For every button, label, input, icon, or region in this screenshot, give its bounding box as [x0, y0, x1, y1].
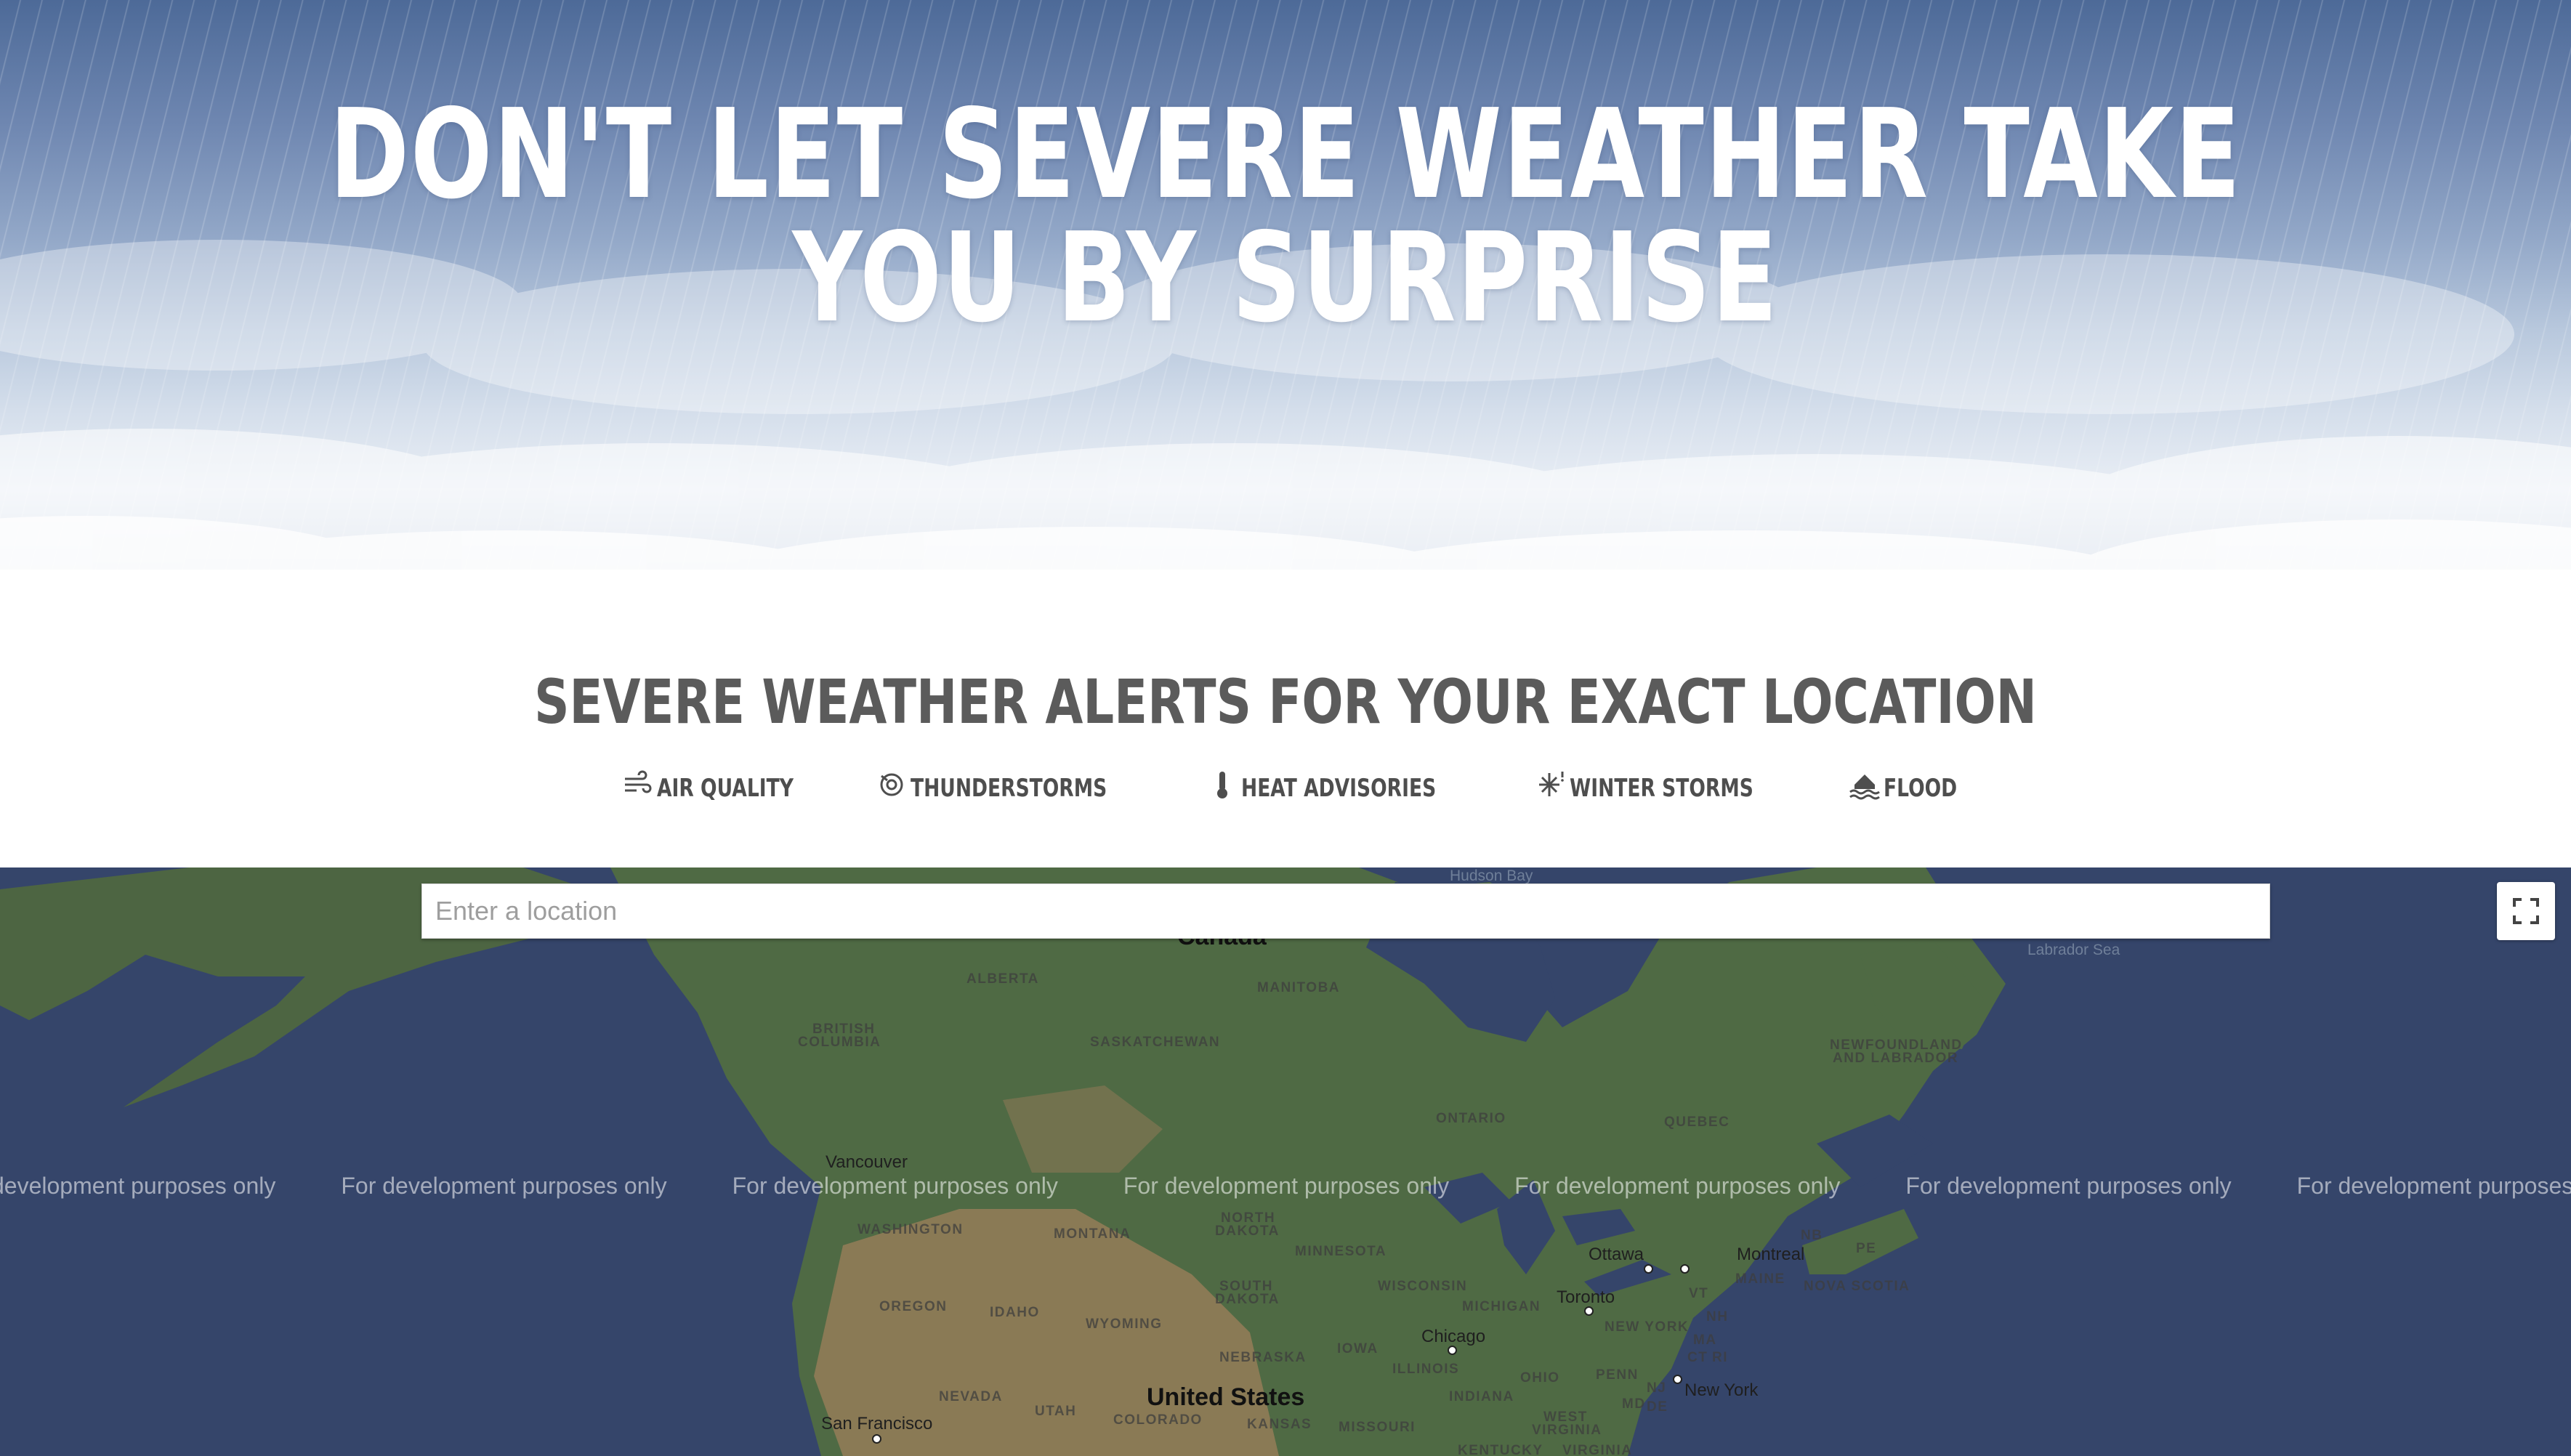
map-label-ct: CT — [1687, 1350, 1708, 1365]
map-label-hudson-bay: Hudson Bay — [1450, 867, 1533, 884]
map-label-san-francisco: San Francisco — [821, 1414, 933, 1433]
map-label-wyoming: WYOMING — [1086, 1317, 1163, 1332]
dev-watermark-row: development purposes only For developmen… — [0, 1173, 2571, 1200]
category-air-quality[interactable]: AIR QUALITY — [622, 769, 803, 801]
map-label-nebraska: NEBRASKA — [1219, 1350, 1307, 1365]
hero-banner: DON'T LET SEVERE WEATHER TAKE YOU BY SUR… — [0, 0, 2571, 570]
map-label-virginia: VIRGINIA — [1562, 1443, 1633, 1456]
thermometer-icon — [1216, 772, 1227, 798]
map-label-vancouver: Vancouver — [826, 1152, 908, 1172]
map-label-ri: RI — [1712, 1350, 1728, 1365]
map-label-ontario: ONTARIO — [1436, 1111, 1506, 1126]
flood-icon — [1849, 774, 1880, 800]
category-heat-advisories[interactable]: HEAT ADVISORIES — [1206, 769, 1462, 801]
map-marker-san-francisco — [872, 1434, 881, 1444]
map-label-vt: VT — [1689, 1286, 1709, 1301]
map-label-saskatchewan: SASKATCHEWAN — [1090, 1035, 1221, 1050]
map-marker-chicago — [1448, 1346, 1457, 1355]
map-marker-ottawa — [1644, 1264, 1653, 1274]
dev-watermark: For development purposes only — [732, 1173, 1058, 1199]
map-label-wisconsin: WISCONSIN — [1378, 1279, 1468, 1294]
map-label-missouri: MISSOURI — [1339, 1420, 1416, 1435]
category-label: HEAT ADVISORIES — [1240, 774, 1436, 803]
map-label-south-dakota-2: DAKOTA — [1215, 1292, 1280, 1307]
map-label-kansas: KANSAS — [1247, 1417, 1312, 1432]
map-label-iowa: IOWA — [1337, 1341, 1379, 1356]
map-label-quebec: QUEBEC — [1664, 1115, 1730, 1130]
fullscreen-button[interactable] — [2497, 882, 2555, 940]
map-marker-new-york-city — [1673, 1375, 1682, 1384]
map-label-labrador-sea: Labrador Sea — [2027, 942, 2120, 958]
dev-watermark: For development purposes only — [1123, 1173, 1450, 1199]
map-label-united-states: United States — [1147, 1383, 1305, 1411]
dev-watermark: For development purposes only — [2296, 1173, 2571, 1199]
dev-watermark: For development purposes only — [341, 1173, 667, 1199]
map-label-nh: NH — [1706, 1309, 1729, 1324]
map-label-west-virginia-2: VIRGINIA — [1532, 1423, 1602, 1438]
map-land — [0, 867, 2006, 1456]
map-label-idaho: IDAHO — [990, 1305, 1040, 1320]
map-label-ma: MA — [1693, 1332, 1717, 1348]
map-label-manitoba: MANITOBA — [1257, 980, 1341, 995]
map-label-colorado: COLORADO — [1113, 1412, 1203, 1428]
dev-watermark: For development purposes only — [1514, 1173, 1841, 1199]
category-winter-storms[interactable]: WINTER STORMS — [1535, 769, 1776, 801]
map-label-montreal: Montreal — [1737, 1245, 1805, 1264]
map-label-north-dakota-2: DAKOTA — [1215, 1224, 1280, 1239]
map-label-indiana: INDIANA — [1449, 1389, 1514, 1404]
map-label-penn: PENN — [1596, 1367, 1639, 1383]
map-label-newfoundland-2: AND LABRADOR — [1833, 1051, 1959, 1066]
map-label-illinois: ILLINOIS — [1392, 1362, 1460, 1377]
alerts-section: SEVERE WEATHER ALERTS FOR YOUR EXACT LOC… — [0, 570, 2571, 867]
map-label-toronto: Toronto — [1557, 1287, 1615, 1307]
alerts-heading: SEVERE WEATHER ALERTS FOR YOUR EXACT LOC… — [534, 666, 2037, 737]
category-label: FLOOD — [1883, 774, 1957, 803]
map-label-montana: MONTANA — [1054, 1226, 1131, 1242]
dev-watermark: For development purposes only — [1905, 1173, 2232, 1199]
map-label-alberta: ALBERTA — [966, 971, 1039, 987]
category-label: THUNDERSTORMS — [911, 774, 1107, 803]
map-label-british-columbia-2: COLUMBIA — [798, 1035, 881, 1050]
map-label-new-york-city: New York — [1684, 1380, 1759, 1400]
category-thunderstorms[interactable]: THUNDERSTORMS — [876, 769, 1133, 801]
map-label-nb: NB — [1801, 1228, 1823, 1243]
map-label-utah: UTAH — [1035, 1404, 1077, 1419]
map-label-nevada: NEVADA — [939, 1389, 1003, 1404]
alert-categories: AIR QUALITY THUNDERSTORMS HEAT ADVISORIE… — [0, 769, 2571, 801]
fullscreen-icon — [2513, 898, 2539, 924]
map-label-kentucky: KENTUCKY — [1458, 1443, 1543, 1456]
map-label-washington: WASHINGTON — [857, 1222, 964, 1237]
wind-icon — [625, 770, 652, 793]
map-label-de: DE — [1647, 1399, 1668, 1415]
dev-watermark: development purposes only — [0, 1173, 276, 1199]
map-label-ottawa: Ottawa — [1589, 1245, 1644, 1264]
map-label-maine: MAINE — [1735, 1271, 1785, 1287]
map-label-pe: PE — [1856, 1241, 1877, 1256]
map-label-new-york-state: NEW YORK — [1605, 1319, 1690, 1335]
map-label-oregon: OREGON — [879, 1299, 948, 1314]
location-search-input[interactable] — [421, 883, 2270, 939]
map-label-chicago: Chicago — [1421, 1327, 1486, 1346]
map-label-ohio: OHIO — [1520, 1370, 1560, 1386]
map-view[interactable]: Hudson Bay Labrador Sea Canada ALBERTA M… — [0, 867, 2571, 1456]
map-label-nj: NJ — [1647, 1380, 1667, 1396]
map-label-md: MD — [1622, 1396, 1646, 1412]
map-label-minnesota: MINNESOTA — [1295, 1244, 1387, 1259]
snowflake-icon — [1538, 772, 1564, 796]
storm-icon — [880, 773, 903, 796]
map-label-michigan: MICHIGAN — [1462, 1299, 1541, 1314]
hero-title: DON'T LET SEVERE WEATHER TAKE YOU BY SUR… — [329, 83, 2242, 350]
map-marker-toronto — [1584, 1306, 1594, 1316]
map-label-nova-scotia: NOVA SCOTIA — [1804, 1279, 1910, 1294]
category-flood[interactable]: FLOOD — [1849, 769, 1957, 801]
category-label: AIR QUALITY — [657, 774, 794, 803]
category-label: WINTER STORMS — [1569, 774, 1753, 803]
map-marker-montreal — [1680, 1264, 1690, 1274]
